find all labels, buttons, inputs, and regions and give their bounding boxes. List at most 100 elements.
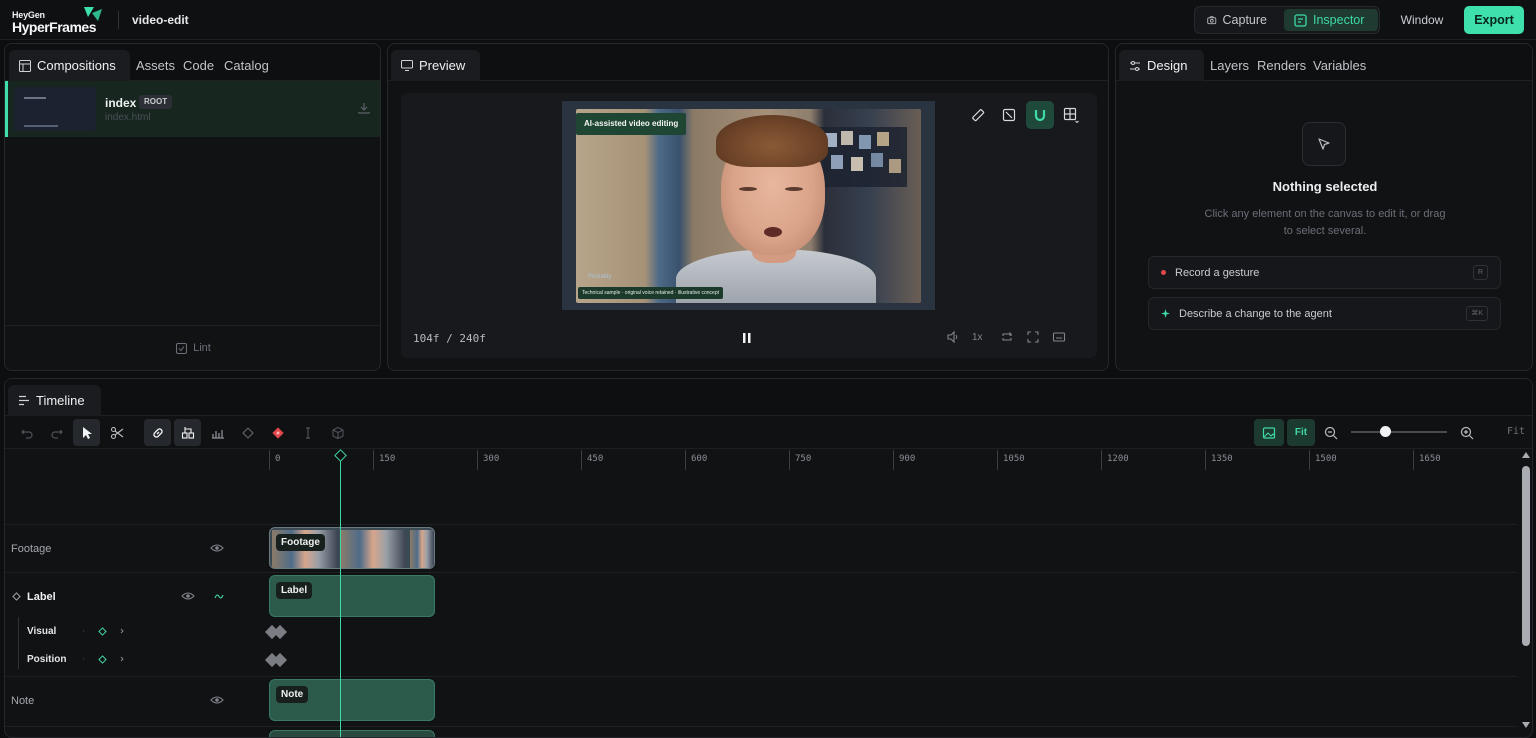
tab-design[interactable]: Design	[1119, 50, 1204, 81]
zoom-in-button[interactable]	[1453, 419, 1480, 446]
empty-state-title: Nothing selected	[1272, 179, 1378, 194]
playhead-line[interactable]	[340, 450, 341, 737]
ruler-tick: 1650	[1413, 450, 1441, 470]
diamond-small-icon[interactable]	[12, 592, 21, 601]
tab-catalog[interactable]: Catalog	[214, 50, 279, 81]
clip-label[interactable]: Label	[269, 575, 435, 617]
zoom-out-button[interactable]	[1317, 419, 1344, 446]
export-button[interactable]: Export	[1464, 6, 1524, 34]
brand-logo[interactable]: HeyGen HyperFrames	[12, 5, 108, 35]
sub-track-position[interactable]: Position	[27, 654, 66, 665]
ruler-tick: 1500	[1309, 450, 1337, 470]
preview-panel: Preview AI-assisted video editing Priora…	[387, 43, 1109, 371]
pause-icon[interactable]	[741, 331, 753, 345]
tab-timeline[interactable]: Timeline	[8, 385, 101, 416]
track-note-label: Note	[11, 695, 35, 707]
ruler-tick-label: 900	[899, 454, 916, 464]
ripple-toggle-button[interactable]	[174, 419, 201, 446]
scroll-down-icon[interactable]	[1522, 722, 1530, 728]
grid-icon	[1063, 107, 1079, 123]
eye-icon[interactable]	[181, 591, 195, 601]
timeline-tabbar: Timeline	[5, 379, 1532, 416]
3d-tool-button[interactable]	[324, 419, 351, 446]
keyframe-nav-icon[interactable]	[81, 654, 127, 664]
scrollbar-thumb[interactable]	[1522, 466, 1530, 646]
tab-variables[interactable]: Variables	[1303, 50, 1376, 81]
window-menu-button[interactable]: Window	[1390, 6, 1454, 34]
lint-button[interactable]: Lint	[5, 325, 380, 370]
composition-thumbnail	[14, 87, 96, 131]
link-icon	[152, 427, 163, 438]
tab-preview-label: Preview	[419, 58, 466, 73]
redo-button[interactable]	[43, 419, 70, 446]
undo-button[interactable]	[13, 419, 40, 446]
track-partial[interactable]	[5, 726, 1517, 737]
captions-icon[interactable]	[1052, 330, 1066, 344]
zoom-slider-track[interactable]	[1351, 431, 1447, 433]
scroll-up-icon[interactable]	[1522, 452, 1530, 458]
video-title-label[interactable]: AI-assisted video editing	[576, 113, 687, 135]
eye-icon[interactable]	[210, 543, 224, 553]
audio-levels-button[interactable]	[204, 419, 231, 446]
grid-button[interactable]	[1057, 101, 1085, 129]
zoom-slider-handle[interactable]	[1379, 426, 1391, 437]
clip-thumbnail	[410, 530, 434, 568]
thumbnail-toggle-button[interactable]	[1254, 419, 1284, 446]
timeline-ruler[interactable]: 0 150 300 450 600 750 900 1050 1200 1350 1500 1650	[269, 450, 1517, 524]
inspector-icon	[1294, 13, 1307, 27]
add-keyframe-button[interactable]	[264, 419, 291, 446]
select-tool-button[interactable]	[73, 419, 100, 446]
tab-compositions[interactable]: Compositions	[9, 50, 130, 81]
divider	[118, 11, 119, 29]
link-toggle-button[interactable]	[144, 419, 171, 446]
video-brand-text[interactable]: Priorality	[588, 274, 611, 280]
video-frame[interactable]: AI-assisted video editing Priorality Tec…	[576, 109, 921, 303]
track-footage[interactable]: Footage Footage	[5, 524, 1517, 572]
inspector-label: Inspector	[1313, 13, 1365, 27]
inspector-tabbar: Design Layers Renders Variables	[1116, 44, 1532, 81]
volume-icon[interactable]	[946, 330, 960, 344]
fit-button[interactable]: Fit	[1287, 419, 1315, 446]
track-label[interactable]: Label Visual Position Label	[5, 572, 1517, 676]
loop-icon[interactable]	[1000, 330, 1014, 344]
eye-icon[interactable]	[210, 695, 224, 705]
ruler-tick: 750	[789, 450, 811, 470]
curve-icon[interactable]	[214, 593, 224, 600]
keyframe-nav-icon[interactable]	[81, 626, 127, 636]
fullscreen-icon[interactable]	[1026, 330, 1040, 344]
tree-line	[18, 617, 19, 669]
video-caption[interactable]: Technical sample · original voice retain…	[578, 287, 724, 299]
safe-area-button[interactable]	[995, 101, 1023, 129]
speed-button[interactable]: 1x	[972, 332, 988, 343]
preview-tabbar: Preview	[388, 44, 1108, 81]
composition-item-index[interactable]: index ROOT index.html	[5, 81, 380, 137]
clip-footage[interactable]: Footage	[269, 527, 435, 569]
preview-stage[interactable]: AI-assisted video editing Priorality Tec…	[401, 93, 1097, 358]
cube-icon	[331, 426, 344, 439]
clip-partial[interactable]	[269, 730, 435, 737]
lint-label: Lint	[193, 342, 211, 354]
text-tool-button[interactable]	[294, 419, 321, 446]
video-canvas[interactable]: AI-assisted video editing Priorality Tec…	[562, 101, 935, 310]
razor-tool-button[interactable]	[103, 419, 130, 446]
describe-change-button[interactable]: Describe a change to the agent ⌘K	[1148, 297, 1501, 330]
track-note[interactable]: Note Note	[5, 676, 1517, 726]
snap-button[interactable]	[1026, 101, 1054, 129]
ruler-button[interactable]	[964, 101, 992, 129]
timeline-scrollbar[interactable]	[1520, 450, 1532, 737]
record-gesture-button[interactable]: Record a gesture R	[1148, 256, 1501, 289]
keyframe-button[interactable]	[234, 419, 261, 446]
person-mouth	[764, 227, 782, 237]
track-area: Footage Footage Label Visual Position La…	[5, 524, 1517, 737]
project-name[interactable]: video-edit	[132, 13, 189, 27]
tab-preview[interactable]: Preview	[391, 50, 480, 81]
tab-timeline-label: Timeline	[36, 393, 85, 408]
ruler-tick: 450	[581, 450, 603, 470]
sub-track-visual[interactable]: Visual	[27, 626, 56, 637]
inspector-button[interactable]: Inspector	[1284, 9, 1378, 31]
fit-indicator[interactable]: Fit	[1507, 426, 1525, 437]
capture-button[interactable]: Capture	[1197, 9, 1277, 31]
clip-note[interactable]: Note	[269, 679, 435, 721]
ruler-tick-label: 0	[275, 454, 281, 464]
download-icon[interactable]	[358, 102, 370, 114]
